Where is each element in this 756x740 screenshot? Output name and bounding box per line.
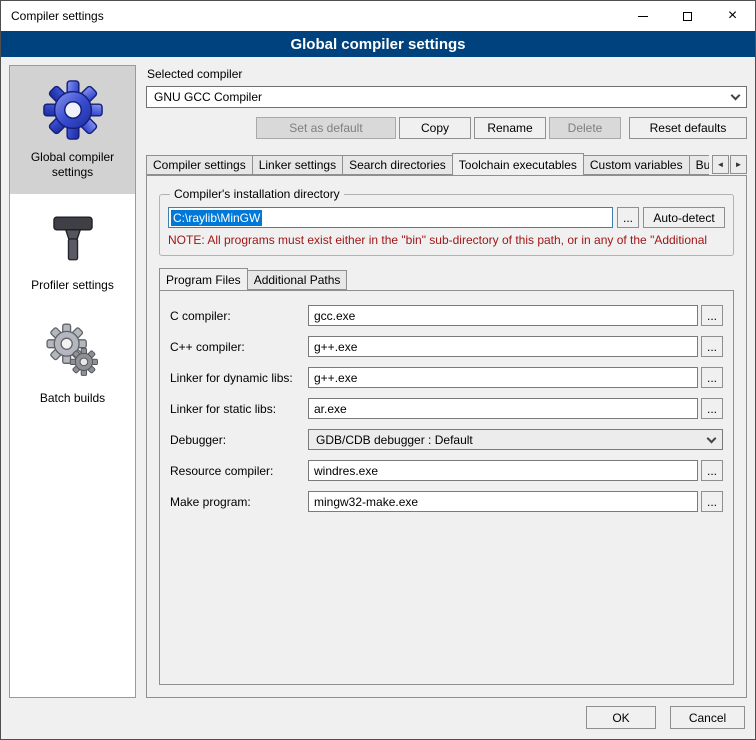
form-row-debugger: Debugger: GDB/CDB debugger : Default [170, 429, 723, 450]
installation-directory-value: C:\raylib\MinGW [171, 210, 262, 226]
chevron-down-icon [707, 433, 717, 443]
tab-linker-settings[interactable]: Linker settings [252, 155, 343, 175]
sidebar-item-batch-builds[interactable]: Batch builds [10, 307, 135, 420]
delete-button: Delete [549, 117, 621, 139]
subtab-program-files[interactable]: Program Files [159, 268, 248, 290]
subtabs-scroll-area: Program Files Additional Paths [159, 267, 734, 290]
tabs-scroll-area: Compiler settings Linker settings Search… [146, 152, 709, 175]
installation-directory-group: Compiler's installation directory C:\ray… [159, 187, 734, 256]
dialog-body: Global compiler settings Profiler settin… [1, 57, 755, 698]
window-controls: × [620, 1, 755, 31]
program-files-panel: C compiler: ... C++ compiler: ... Linker… [159, 290, 734, 685]
maximize-icon [683, 12, 692, 21]
form-row-make-program: Make program: ... [170, 491, 723, 512]
linker-dynamic-label: Linker for dynamic libs: [170, 371, 308, 385]
resource-compiler-input[interactable] [308, 460, 698, 481]
c-compiler-label: C compiler: [170, 309, 308, 323]
linker-dynamic-input[interactable] [308, 367, 698, 388]
dialog-footer: OK Cancel [1, 698, 755, 739]
window-title: Compiler settings [1, 9, 104, 23]
main-content: Selected compiler GNU GCC Compiler Set a… [146, 65, 747, 698]
tab-scroll-left-button[interactable]: ◄ [712, 155, 729, 174]
browse-directory-button[interactable]: ... [617, 207, 639, 228]
copy-button[interactable]: Copy [399, 117, 471, 139]
sidebar-item-global-compiler-settings[interactable]: Global compiler settings [10, 66, 135, 194]
resource-compiler-browse-button[interactable]: ... [701, 460, 723, 481]
arrow-right-icon: ► [735, 160, 743, 169]
make-program-input[interactable] [308, 491, 698, 512]
make-program-browse-button[interactable]: ... [701, 491, 723, 512]
compiler-select[interactable]: GNU GCC Compiler [146, 86, 747, 108]
arrow-left-icon: ◄ [717, 160, 725, 169]
linker-static-browse-button[interactable]: ... [701, 398, 723, 419]
minimize-button[interactable] [620, 1, 665, 31]
autodetect-button[interactable]: Auto-detect [643, 207, 725, 228]
sidebar-item-label: Profiler settings [31, 278, 114, 293]
toolchain-executables-panel: Compiler's installation directory C:\ray… [146, 175, 747, 698]
page-title: Global compiler settings [1, 31, 755, 57]
form-row-cpp-compiler: C++ compiler: ... [170, 336, 723, 357]
compiler-select-value: GNU GCC Compiler [154, 90, 262, 104]
make-program-label: Make program: [170, 495, 308, 509]
sidebar-item-label: Batch builds [40, 391, 105, 406]
linker-dynamic-browse-button[interactable]: ... [701, 367, 723, 388]
c-compiler-browse-button[interactable]: ... [701, 305, 723, 326]
form-row-linker-static: Linker for static libs: ... [170, 398, 723, 419]
selected-compiler-label: Selected compiler [147, 67, 747, 81]
form-row-resource-compiler: Resource compiler: ... [170, 460, 723, 481]
sidebar-item-label: Global compiler settings [14, 150, 131, 180]
cancel-button[interactable]: Cancel [670, 706, 745, 729]
set-as-default-button: Set as default [256, 117, 396, 139]
debugger-select[interactable]: GDB/CDB debugger : Default [308, 429, 723, 450]
note-text: NOTE: All programs must exist either in … [168, 233, 725, 247]
debugger-label: Debugger: [170, 433, 308, 447]
blue-gear-icon [42, 79, 104, 141]
tab-toolchain-executables[interactable]: Toolchain executables [452, 153, 584, 175]
reset-defaults-button[interactable]: Reset defaults [629, 117, 747, 139]
cpp-compiler-label: C++ compiler: [170, 340, 308, 354]
program-files-tabstrip: Program Files Additional Paths [159, 267, 734, 290]
rename-button[interactable]: Rename [474, 117, 546, 139]
close-icon: × [728, 8, 737, 24]
close-button[interactable]: × [710, 1, 755, 31]
settings-tabstrip: Compiler settings Linker settings Search… [146, 152, 747, 175]
cpp-compiler-browse-button[interactable]: ... [701, 336, 723, 357]
linker-static-label: Linker for static libs: [170, 402, 308, 416]
sidebar: Global compiler settings Profiler settin… [9, 65, 136, 698]
tab-build-options[interactable]: Build [689, 155, 709, 175]
minimize-icon [638, 16, 648, 17]
tab-search-directories[interactable]: Search directories [342, 155, 453, 175]
form-row-linker-dynamic: Linker for dynamic libs: ... [170, 367, 723, 388]
tab-compiler-settings[interactable]: Compiler settings [146, 155, 253, 175]
titlebar: Compiler settings × [1, 1, 755, 31]
linker-static-input[interactable] [308, 398, 698, 419]
form-row-c-compiler: C compiler: ... [170, 305, 723, 326]
compiler-actions: Set as default Copy Rename Delete Reset … [146, 117, 747, 139]
subtab-additional-paths[interactable]: Additional Paths [247, 270, 348, 290]
maximize-button[interactable] [665, 1, 710, 31]
cpp-compiler-input[interactable] [308, 336, 698, 357]
debugger-select-value: GDB/CDB debugger : Default [316, 433, 473, 447]
gray-gears-icon [44, 320, 102, 382]
c-compiler-input[interactable] [308, 305, 698, 326]
tab-scroll-right-button[interactable]: ► [730, 155, 747, 174]
resource-compiler-label: Resource compiler: [170, 464, 308, 478]
compiler-settings-window: Compiler settings × Global compiler sett… [0, 0, 756, 740]
profiler-tool-icon [44, 207, 102, 269]
installation-directory-row: C:\raylib\MinGW ... Auto-detect [168, 207, 725, 228]
installation-directory-input[interactable]: C:\raylib\MinGW [168, 207, 613, 228]
chevron-down-icon [731, 91, 741, 101]
sidebar-item-profiler-settings[interactable]: Profiler settings [10, 194, 135, 307]
ok-button[interactable]: OK [586, 706, 656, 729]
tab-custom-variables[interactable]: Custom variables [583, 155, 690, 175]
installation-directory-legend: Compiler's installation directory [170, 187, 344, 201]
tab-scroll-buttons: ◄ ► [712, 155, 747, 174]
